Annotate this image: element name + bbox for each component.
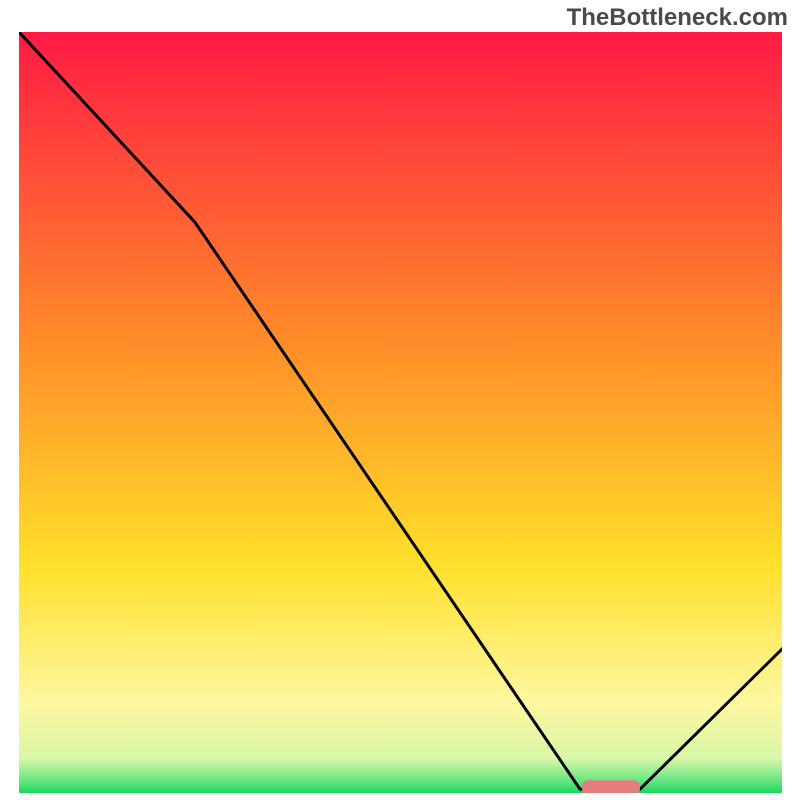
plot-background — [19, 32, 782, 793]
bottleneck-chart — [0, 0, 800, 800]
watermark-text: TheBottleneck.com — [567, 4, 788, 32]
optimal-range-marker — [582, 780, 640, 794]
chart-container: TheBottleneck.com — [0, 0, 800, 800]
